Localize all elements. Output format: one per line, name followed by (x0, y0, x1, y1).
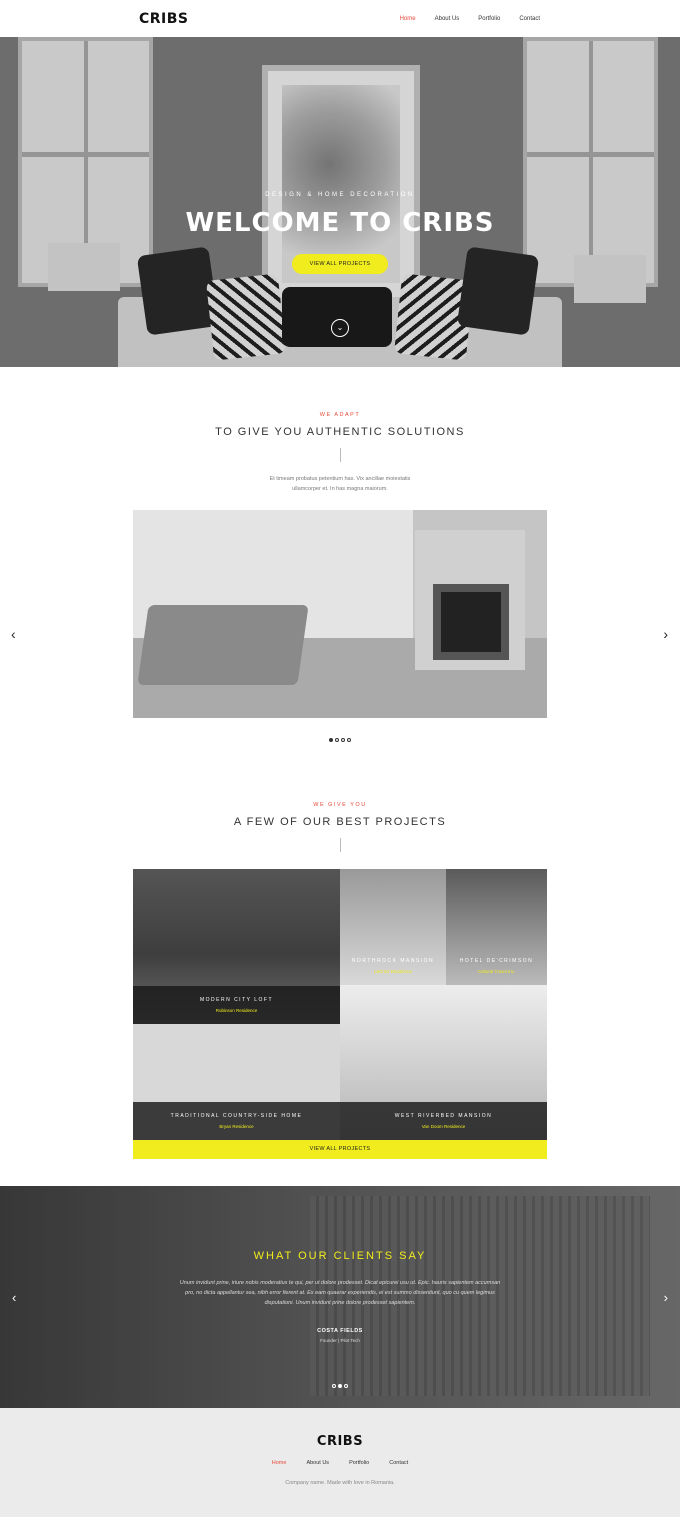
divider (339, 838, 341, 852)
section-eyebrow: WE ADAPT (319, 412, 361, 418)
project-client: Bryan Residence (219, 1124, 254, 1129)
projects-section: WE GIVE YOU A FEW OF OUR BEST PROJECTS M… (0, 742, 680, 1159)
footer-logo[interactable]: CRIBS (0, 1434, 680, 1449)
footer-nav-home[interactable]: Home (272, 1460, 287, 1466)
project-tile[interactable]: WEST RIVERBED MANSION Van Doom Residence (340, 985, 547, 1140)
project-name: NORTHROCK MANSION (351, 958, 435, 964)
project-caption: TRADITIONAL COUNTRY-SIDE HOME Bryan Resi… (133, 1102, 340, 1140)
project-name: WEST RIVERBED MANSION (394, 1113, 493, 1119)
footer-nav-portfolio[interactable]: Portfolio (349, 1460, 369, 1466)
image-slider: ‹ › (0, 510, 680, 718)
quote-line: disputationi. Unum invidunt prine dolore… (264, 1300, 416, 1306)
project-client: Cultural Travel Inc. (477, 969, 516, 974)
chevron-left-icon[interactable]: ‹ (11, 626, 16, 642)
slider-dot[interactable] (335, 738, 339, 742)
section-title: TO GIVE YOU AUTHENTIC SOLUTIONS (215, 426, 465, 438)
chevron-down-circle-icon[interactable]: ⌄ (331, 319, 349, 337)
project-client: Robinson Residence (215, 1008, 258, 1013)
chevron-right-icon[interactable]: › (663, 626, 668, 642)
project-caption: WEST RIVERBED MANSION Van Doom Residence (340, 1102, 547, 1140)
hero-section: DESIGN & HOME DECORATION WELCOME TO CRIB… (0, 37, 680, 367)
slider-dot[interactable] (332, 1384, 336, 1388)
solutions-section: WE ADAPT TO GIVE YOU AUTHENTIC SOLUTIONS… (0, 367, 680, 742)
hero-content: DESIGN & HOME DECORATION WELCOME TO CRIB… (0, 192, 680, 274)
page: CRIBS Home About Us Portfolio Contact DE… (0, 0, 680, 1517)
hero-subtitle: DESIGN & HOME DECORATION (265, 192, 415, 198)
testimonials-section: ‹ › WHAT OUR CLIENTS SAY Unum invidunt p… (0, 1186, 680, 1408)
section-title: A FEW OF OUR BEST PROJECTS (233, 816, 447, 828)
project-name: HOTEL DE'CRIMSON (459, 958, 534, 964)
slider-dot[interactable] (341, 738, 345, 742)
project-caption: HOTEL DE'CRIMSON Cultural Travel Inc. (446, 947, 547, 985)
main-nav: Home About Us Portfolio Contact (381, 16, 540, 22)
section-eyebrow: WE GIVE YOU (313, 802, 367, 808)
footer-nav-contact[interactable]: Contact (389, 1460, 408, 1466)
site-header: CRIBS Home About Us Portfolio Contact (0, 0, 680, 37)
projects-grid: MODERN CITY LOFT Robinson Residence NORT… (133, 869, 547, 1159)
project-tile[interactable]: NORTHROCK MANSION LaCroix Residence (340, 869, 446, 985)
slider-dot[interactable] (344, 1384, 348, 1388)
copyright-text: Company name. Made with love in Romania. (285, 1480, 395, 1486)
project-name: MODERN CITY LOFT (199, 997, 274, 1003)
testimonial-title: WHAT OUR CLIENTS SAY (253, 1250, 427, 1262)
nav-home[interactable]: Home (400, 16, 416, 22)
project-caption: MODERN CITY LOFT Robinson Residence (133, 986, 340, 1024)
testimonial-dots (0, 1384, 680, 1388)
description-line: ullamcorper et. In has magna maiorum. (292, 486, 388, 492)
project-caption: NORTHROCK MANSION LaCroix Residence (340, 947, 446, 985)
footer-nav: Home About Us Portfolio Contact (0, 1460, 680, 1466)
project-tile[interactable]: MODERN CITY LOFT Robinson Residence (133, 869, 340, 1024)
footer-nav-about-us[interactable]: About Us (306, 1460, 329, 1466)
view-all-projects-button[interactable]: VIEW ALL PROJECTS (291, 254, 389, 274)
testimonial-content: WHAT OUR CLIENTS SAY Unum invidunt prine… (0, 1250, 680, 1343)
nav-about-us[interactable]: About Us (435, 16, 460, 22)
testimonial-author: COSTA FIELDS (317, 1328, 363, 1334)
section-description: Et timeam probatus petentium has. Vix an… (0, 474, 680, 494)
project-name: TRADITIONAL COUNTRY-SIDE HOME (170, 1113, 303, 1119)
divider (339, 448, 341, 462)
slide-image (133, 510, 547, 718)
testimonial-role: Founder | Pilot Tech (320, 1338, 360, 1343)
testimonial-quote: Unum invidunt prine, iriure nobis modera… (170, 1278, 510, 1308)
site-footer: CRIBS Home About Us Portfolio Contact Co… (0, 1408, 680, 1517)
slider-dot[interactable] (329, 738, 333, 742)
hero-title: WELCOME TO CRIBS (185, 208, 495, 238)
project-client: Van Doom Residence (421, 1124, 466, 1129)
slider-dot[interactable] (338, 1384, 342, 1388)
project-tile[interactable]: HOTEL DE'CRIMSON Cultural Travel Inc. (446, 869, 547, 985)
logo[interactable]: CRIBS (139, 11, 189, 27)
project-tile[interactable]: TRADITIONAL COUNTRY-SIDE HOME Bryan Resi… (133, 1024, 340, 1140)
description-line: Et timeam probatus petentium has. Vix an… (269, 476, 411, 482)
project-client: LaCroix Residence (373, 969, 413, 974)
view-all-projects-bar-button[interactable]: VIEW ALL PROJECTS (133, 1140, 547, 1159)
slider-dot[interactable] (347, 738, 351, 742)
quote-line: pro, no dicta appellantur sea, nibh erro… (185, 1290, 495, 1296)
nav-contact[interactable]: Contact (519, 16, 540, 22)
nav-portfolio[interactable]: Portfolio (478, 16, 500, 22)
quote-line: Unum invidunt prine, iriure nobis modera… (179, 1280, 501, 1286)
